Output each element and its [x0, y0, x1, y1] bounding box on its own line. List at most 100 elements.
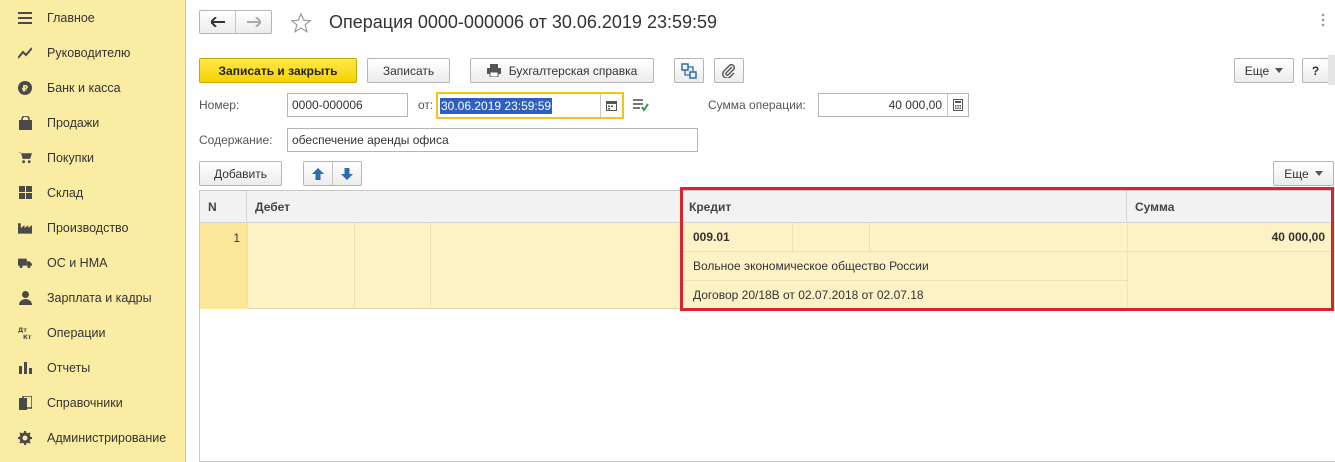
arrow-up-icon [312, 167, 324, 180]
row-sum: 40 000,00 [1271, 230, 1325, 244]
calculator-icon [953, 99, 963, 111]
scrollbar[interactable] [1328, 55, 1335, 85]
document-status-icon[interactable] [633, 98, 651, 114]
sidebar-item-production[interactable]: Производство [0, 210, 186, 245]
print-reference-button[interactable]: Бухгалтерская справка [470, 58, 654, 83]
main-area: Операция 0000-000006 от 30.06.2019 23:59… [187, 0, 1335, 462]
print-reference-label: Бухгалтерская справка [508, 63, 638, 78]
grid-icon [18, 186, 32, 200]
person-icon [18, 290, 32, 305]
table-more-label: Еще [1284, 166, 1309, 181]
column-divider [354, 223, 355, 309]
sidebar-item-label: Руководителю [47, 45, 131, 60]
calendar-icon [606, 101, 617, 111]
column-header-sum[interactable]: Сумма [1127, 191, 1335, 223]
sidebar-item-reports[interactable]: Отчеты [0, 350, 186, 385]
number-field[interactable]: 0000-000006 [287, 93, 408, 117]
sum-field-value: 40 000,00 [888, 98, 942, 112]
sidebar-item-bank[interactable]: ₽ Банк и касса [0, 70, 186, 105]
date-field-value: 30.06.2019 23:59:59 [440, 97, 553, 114]
favorite-star-icon[interactable] [288, 10, 314, 36]
attach-file-button[interactable] [714, 58, 744, 83]
credit-subconto-2: Договор 20/18В от 02.07.2018 от 02.07.18 [693, 288, 924, 302]
paperclip-icon [722, 63, 735, 78]
sidebar-item-manager[interactable]: Руководителю [0, 35, 186, 70]
more-menu-button[interactable]: Еще [1234, 58, 1294, 83]
move-down-button[interactable] [333, 162, 361, 185]
date-field[interactable]: 30.06.2019 23:59:59 [436, 92, 624, 119]
date-label: от: [418, 98, 434, 112]
sidebar-item-label: Операции [47, 325, 106, 340]
bar-chart-icon [18, 361, 32, 375]
help-button[interactable]: ? [1302, 58, 1329, 83]
page-title: Операция 0000-000006 от 30.06.2019 23:59… [329, 12, 718, 32]
svg-text:Дт: Дт [18, 327, 27, 334]
sidebar-item-label: Справочники [47, 395, 123, 410]
document-structure-icon [681, 62, 697, 79]
chart-trend-icon [18, 46, 32, 60]
sidebar-item-sales[interactable]: Продажи [0, 105, 186, 140]
nav-group [199, 10, 272, 34]
chevron-down-icon [1314, 171, 1323, 176]
sidebar-item-warehouse[interactable]: Склад [0, 175, 186, 210]
column-header-debit[interactable]: Дебет [247, 191, 681, 223]
row-number: 1 [233, 231, 240, 245]
debit-credit-icon: Дт Кт [18, 326, 32, 340]
chevron-down-icon [1275, 68, 1284, 73]
structure-button[interactable] [674, 58, 704, 83]
sidebar-item-label: Банк и касса [47, 80, 121, 95]
sidebar-item-main[interactable]: Главное [0, 0, 186, 35]
menu-icon [18, 11, 32, 25]
add-row-button[interactable]: Добавить [199, 161, 282, 186]
content-label: Содержание: [199, 133, 273, 147]
cart-icon [18, 151, 32, 165]
svg-text:₽: ₽ [22, 84, 28, 94]
move-up-button[interactable] [304, 162, 333, 185]
ruble-coin-icon: ₽ [18, 80, 32, 95]
sidebar-item-label: Отчеты [47, 360, 91, 375]
books-icon [18, 395, 32, 410]
column-header-n[interactable]: N [200, 191, 247, 223]
credit-subconto-1: Вольное экономическое общество России [693, 259, 929, 273]
factory-icon [18, 221, 32, 235]
sidebar-item-label: Склад [47, 185, 84, 200]
sidebar-item-purchases[interactable]: Покупки [0, 140, 186, 175]
sidebar-item-label: Покупки [47, 150, 95, 165]
sidebar-item-label: Администрирование [47, 430, 167, 445]
calculator-button[interactable] [947, 94, 968, 116]
sum-label: Сумма операции: [708, 98, 806, 112]
more-menu-label: Еще [1244, 63, 1270, 78]
truck-icon [18, 256, 32, 270]
back-button[interactable] [200, 11, 236, 33]
sidebar-item-label: Производство [47, 220, 129, 235]
column-divider [869, 223, 870, 251]
save-and-close-button[interactable]: Записать и закрыть [199, 58, 357, 83]
sidebar-item-label: Зарплата и кадры [47, 290, 152, 305]
sidebar-item-label: Главное [47, 10, 95, 25]
column-divider [681, 223, 682, 309]
sidebar-item-operations[interactable]: Дт Кт Операции [0, 315, 186, 350]
table-more-button[interactable]: Еще [1273, 161, 1334, 186]
sidebar: Главное Руководителю ₽ Банк и касса Прод… [0, 0, 186, 462]
content-field[interactable]: обеспечение аренды офиса [287, 128, 698, 152]
number-label: Номер: [199, 98, 240, 112]
column-header-credit[interactable]: Кредит [681, 191, 1127, 223]
sum-field[interactable]: 40 000,00 [818, 93, 969, 117]
entries-table: N Дебет Кредит Сумма 1 009.01 Вольное эк… [199, 190, 1335, 462]
sidebar-item-salary[interactable]: Зарплата и кадры [0, 280, 186, 315]
sidebar-item-admin[interactable]: Администрирование [0, 420, 186, 455]
column-divider [430, 223, 431, 309]
column-divider [247, 223, 248, 309]
gear-icon [18, 430, 32, 445]
arrow-left-icon [210, 17, 225, 27]
credit-account: 009.01 [693, 230, 730, 244]
calendar-button[interactable] [600, 94, 622, 117]
sidebar-item-fixed-assets[interactable]: ОС и НМА [0, 245, 186, 280]
move-group [303, 161, 362, 186]
printer-icon [486, 64, 501, 77]
sidebar-item-references[interactable]: Справочники [0, 385, 186, 420]
more-vertical-icon[interactable] [1315, 12, 1331, 28]
arrow-down-icon [341, 167, 353, 180]
save-button[interactable]: Записать [367, 58, 450, 83]
forward-button[interactable] [236, 11, 271, 33]
